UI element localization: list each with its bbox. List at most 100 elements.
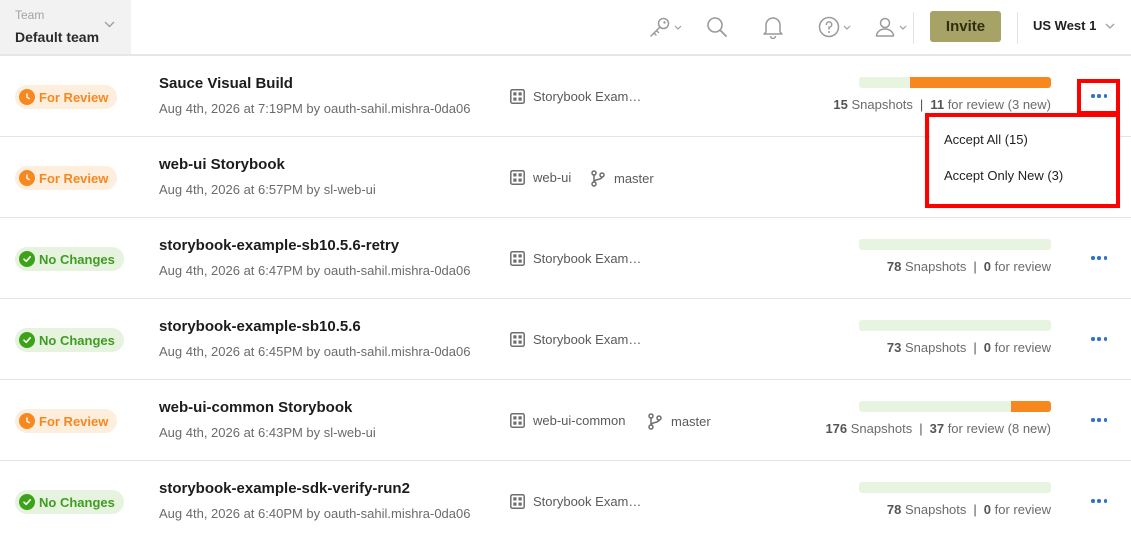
status-badge: No Changes xyxy=(15,490,124,514)
build-title[interactable]: storybook-example-sb10.5.6 xyxy=(159,318,361,335)
review-label: for review xyxy=(994,502,1051,517)
review-count: 37 xyxy=(929,421,945,436)
team-selector[interactable]: Team Default team xyxy=(0,0,131,54)
build-title[interactable]: storybook-example-sb10.5.6-retry xyxy=(159,237,399,254)
check-badge-icon xyxy=(19,494,35,510)
more-horizontal-icon xyxy=(1091,94,1095,98)
snapshot-stats: 78 Snapshots | 0 for review xyxy=(887,259,1051,274)
branch-link[interactable]: master xyxy=(591,170,654,187)
stats-separator: | xyxy=(973,502,977,517)
more-actions-button[interactable] xyxy=(1089,88,1109,104)
status-badge: No Changes xyxy=(15,328,124,352)
build-meta: Aug 4th, 2026 at 6:43PM by sl-web-ui xyxy=(159,425,376,440)
project-name: Storybook Exam… xyxy=(533,494,642,509)
notifications-button[interactable] xyxy=(762,14,784,40)
clock-badge-icon xyxy=(19,413,35,429)
search-button[interactable] xyxy=(705,14,729,40)
divider xyxy=(1017,12,1018,44)
more-actions-button[interactable] xyxy=(1089,331,1109,347)
snapshot-count: 78 xyxy=(886,259,902,274)
project-name: web-ui-common xyxy=(533,413,626,428)
build-row[interactable]: No Changes storybook-example-sb10.5.6-ret… xyxy=(0,218,1131,299)
build-meta: Aug 4th, 2026 at 6:45PM by oauth-sahil.m… xyxy=(159,344,471,359)
more-actions-button[interactable] xyxy=(1089,250,1109,266)
snapshot-count: 78 xyxy=(886,502,902,517)
review-progress-bar xyxy=(859,320,1051,331)
snapshots-label: Snapshots xyxy=(904,502,967,517)
more-actions-button[interactable] xyxy=(1089,412,1109,428)
accept-all-menu-item[interactable]: Accept All (15) xyxy=(930,122,1116,158)
more-horizontal-icon xyxy=(1097,256,1101,260)
project-link[interactable]: web-ui-common xyxy=(510,413,625,428)
project-link[interactable]: Storybook Exam… xyxy=(510,494,641,509)
region-selector[interactable]: US West 1 xyxy=(1033,18,1115,33)
chevron-down-icon xyxy=(674,25,682,30)
account-button[interactable] xyxy=(873,14,907,40)
build-row[interactable]: For Review web-ui-common Storybook Aug 4th… xyxy=(0,380,1131,461)
project-link[interactable]: Storybook Exam… xyxy=(510,332,641,347)
clock-icon xyxy=(26,417,30,424)
grid-icon xyxy=(510,332,525,347)
project-link[interactable]: Storybook Exam… xyxy=(510,89,641,104)
review-progress-bar xyxy=(859,482,1051,493)
branch-name: master xyxy=(671,414,711,429)
region-label: US West 1 xyxy=(1033,18,1097,33)
accept-only-new-menu-item[interactable]: Accept Only New (3) xyxy=(930,158,1116,194)
review-count: 0 xyxy=(983,340,992,355)
more-horizontal-icon xyxy=(1091,499,1095,503)
help-button[interactable] xyxy=(817,14,851,40)
more-horizontal-icon xyxy=(1091,256,1095,260)
help-icon xyxy=(818,16,840,38)
project-link[interactable]: web-ui xyxy=(510,170,571,185)
invite-button[interactable]: Invite xyxy=(930,11,1001,42)
bell-icon xyxy=(763,17,783,39)
check-badge-icon xyxy=(19,332,35,348)
review-count: 11 xyxy=(930,97,945,112)
top-bar: Team Default team Invite US West 1 xyxy=(0,0,1131,56)
stats-separator: | xyxy=(919,97,924,112)
build-title[interactable]: web-ui Storybook xyxy=(159,156,285,173)
more-horizontal-icon xyxy=(1103,499,1107,503)
status-badge: For Review xyxy=(15,409,118,433)
review-label: for review (3 new) xyxy=(947,97,1051,112)
review-count: 0 xyxy=(983,502,992,517)
team-caption: Team xyxy=(15,8,45,22)
branch-link[interactable]: master xyxy=(648,413,711,430)
grid-icon xyxy=(510,89,525,104)
api-keys-button[interactable] xyxy=(648,14,682,40)
more-horizontal-icon xyxy=(1097,94,1101,98)
build-title[interactable]: web-ui-common Storybook xyxy=(159,399,352,416)
build-row[interactable]: No Changes storybook-example-sb10.5.6 Aug … xyxy=(0,299,1131,380)
snapshot-count: 15 xyxy=(833,97,848,112)
user-icon xyxy=(875,17,895,37)
status-label: For Review xyxy=(39,89,109,105)
stats-separator: | xyxy=(973,259,977,274)
check-badge-icon xyxy=(19,251,35,267)
build-title[interactable]: storybook-example-sdk-verify-run2 xyxy=(159,480,410,497)
build-meta: Aug 4th, 2026 at 7:19PM by oauth-sahil.m… xyxy=(159,101,471,116)
build-row[interactable]: No Changes storybook-example-sdk-verify-r… xyxy=(0,461,1131,538)
search-icon xyxy=(707,17,727,37)
project-link[interactable]: Storybook Exam… xyxy=(510,251,641,266)
project-name: Storybook Exam… xyxy=(533,89,642,104)
build-meta: Aug 4th, 2026 at 6:57PM by sl-web-ui xyxy=(159,182,376,197)
stats-separator: | xyxy=(973,340,977,355)
grid-icon xyxy=(510,413,525,428)
check-icon xyxy=(23,256,31,263)
project-name: Storybook Exam… xyxy=(533,251,642,266)
branch-name: master xyxy=(614,171,654,186)
more-horizontal-icon xyxy=(1103,256,1107,260)
grid-icon xyxy=(510,251,525,266)
clock-icon xyxy=(26,93,30,100)
build-title[interactable]: Sauce Visual Build xyxy=(159,75,293,92)
project-name: Storybook Exam… xyxy=(533,332,642,347)
snapshot-count: 176 xyxy=(825,421,848,436)
snapshots-label: Snapshots xyxy=(904,340,967,355)
status-label: For Review xyxy=(39,170,109,186)
review-label: for review xyxy=(994,340,1051,355)
snapshots-label: Snapshots xyxy=(904,259,967,274)
review-count: 0 xyxy=(983,259,992,274)
more-actions-button[interactable] xyxy=(1089,493,1109,509)
snapshots-label: Snapshots xyxy=(850,421,913,436)
divider xyxy=(913,12,914,44)
